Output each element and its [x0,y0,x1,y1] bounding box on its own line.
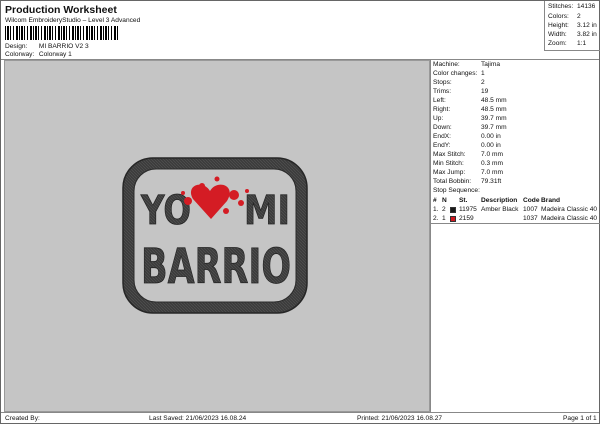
embroidery-design: YO MI BARRIO [122,157,308,314]
design-preview: YO MI BARRIO [4,60,430,412]
stat-colors: Colors: 2 [548,13,581,20]
info-machine: Machine: Tajima [433,61,501,68]
design-text-mi: MI [244,188,290,234]
info-down: Down: 39.7 mm [433,124,507,131]
info-panel: Machine: Tajima Color changes: 1 Stops: 2 T… [430,60,600,412]
worksheet-title: Production Worksheet [5,4,117,16]
production-worksheet: Production Worksheet Wilcom EmbroiderySt… [0,0,600,424]
page-number: Page 1 of 1 [563,415,597,422]
stat-width: Width: 3.82 in [548,31,597,38]
info-endx: EndX: 0.00 in [433,133,501,140]
footer: Created By: Last Saved: 21/06/2023 16.08… [1,412,599,423]
info-color-changes: Color changes: 1 [433,70,485,77]
info-trims: Trims: 19 [433,88,489,95]
colorway-label: Colorway: [5,51,35,58]
stat-height: Height: 3.12 in [548,22,597,29]
info-min-stitch: Min Stitch: 0.3 mm [433,160,503,167]
stats-box: Stitches: 14136 Colors: 2 Height: 3.12 in W… [544,1,600,51]
info-right: Right: 48.5 mm [433,106,507,113]
thread-swatch [450,207,456,213]
created-by: Created By: [5,415,40,422]
printed-date: Printed: 21/06/2023 16.08.27 [357,415,443,422]
info-endy: EndY: 0.00 in [433,142,501,149]
info-max-stitch: Max Stitch: 7.0 mm [433,151,503,158]
design-text-barrio: BARRIO [141,239,291,295]
info-max-jump: Max Jump: 7.0 mm [433,169,503,176]
colorway-row: Colorway: Colorway 1 [5,51,72,58]
stat-stitches: Stitches: 14136 [548,3,596,10]
stop-sequence-title: Stop Sequence: [433,187,480,194]
design-label: Design: [5,43,28,50]
info-total-bobbin: Total Bobbin: 79.31ft [433,178,502,185]
info-up: Up: 39.7 mm [433,115,507,122]
last-saved: Last Saved: 21/06/2023 16.08.24 [149,415,247,422]
barcode [5,26,118,40]
info-stops: Stops: 2 [433,79,485,86]
software-name: Wilcom EmbroideryStudio – Level 3 Advanc… [5,17,141,24]
design-value: MI BARRIO V2 3 [38,43,89,50]
design-row: Design: MI BARRIO V2 3 [5,43,89,50]
stop-sequence-divider [431,223,600,224]
stat-zoom: Zoom: 1:1 [548,40,587,47]
thread-swatch [450,216,456,222]
colorway-value: Colorway 1 [38,51,72,58]
info-left: Left: 48.5 mm [433,97,507,104]
